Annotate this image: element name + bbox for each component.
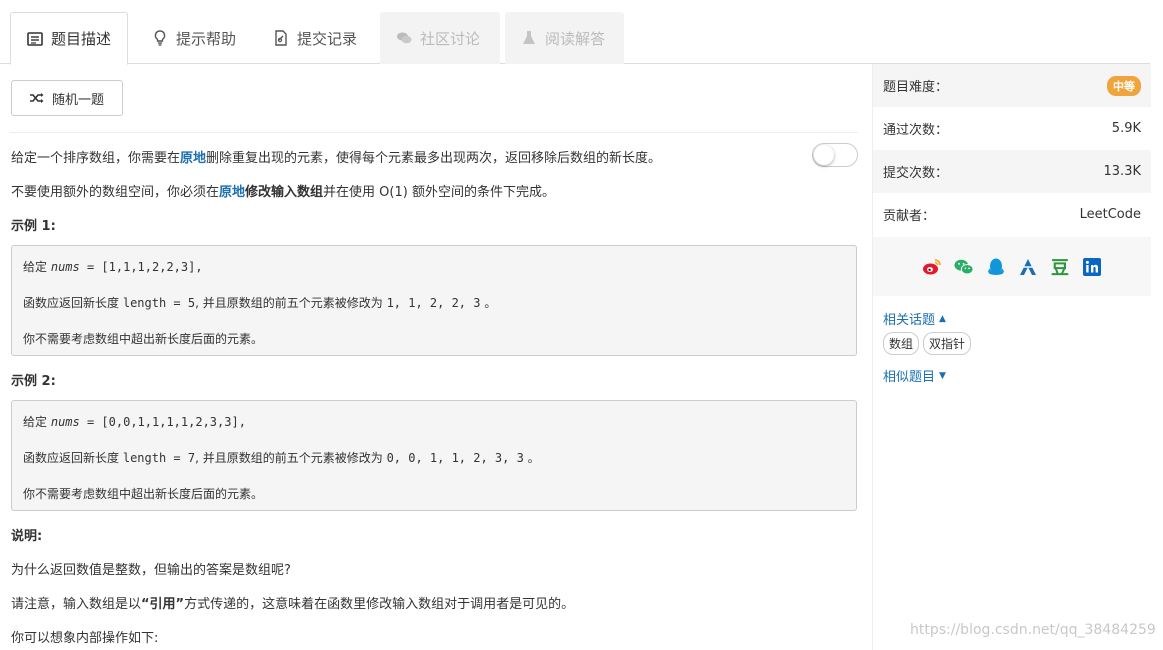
accepted-label: 通过次数： [883,123,949,138]
toggle-knob [814,145,834,165]
text: 。 [527,451,540,465]
douban-icon[interactable]: 豆 [1050,257,1070,279]
tab-hints-label: 提示帮助 [176,29,237,48]
problem-sidebar: 题目难度： 中等 通过次数： 5.9K 提交次数： 13.3K 贡献者： Lee… [872,64,1151,650]
contributor-row: 贡献者： LeetCode [873,193,1151,236]
code-value: 1, 1, 2, 2, 3 [386,296,481,310]
accepted-value: 5.9K [1111,121,1141,136]
tab-bar: 题目描述 提示帮助 提交记录 社区讨论 阅读解答 [0,0,1150,65]
submissions-value: 13.3K [1103,164,1141,179]
related-topics-toggle[interactable]: 相关话题 ▲ [883,309,946,328]
code-value: = [1,1,1,2,2,3], [86,260,203,274]
tab-submissions[interactable]: 提交记录 [257,12,373,64]
topic-tag-two-pointers[interactable]: 双指针 [923,332,972,355]
wechat-icon[interactable] [954,257,974,277]
text: 给定 [23,415,48,429]
douban-glyph: 豆 [1051,257,1069,279]
difficulty-label: 题目难度： [883,80,949,95]
description-paragraph-2: 不要使用额外的数组空间，你必须在原地修改输入数组并在使用 O(1) 额外空间的条… [11,181,555,200]
tab-hints[interactable]: 提示帮助 [136,12,252,64]
submissions-row: 提交次数： 13.3K [873,150,1151,193]
topic-tag-array[interactable]: 数组 [883,332,920,355]
qq-icon[interactable] [986,257,1006,277]
text: 不要使用额外的数组空间，你必须在 [11,185,220,200]
tab-description[interactable]: 题目描述 [10,12,129,65]
emphasis-text: 原地 [180,151,207,166]
code-var: nums [50,260,80,274]
watermark: https://blog.csdn.net/qq_38484259 [910,622,1156,638]
related-topics-label: 相关话题 [883,313,936,328]
example-1-title: 示例 1: [11,219,56,234]
tab-discuss: 社区讨论 [380,12,500,64]
shuffle-icon [29,92,44,104]
text: 你不需要考虑数组中超出新长度后面的元素。 [23,332,264,346]
emphasis-text: 原地 [219,185,246,200]
difficulty-badge: 中等 [1107,75,1141,96]
text: 给定一个排序数组，你需要在 [11,151,181,166]
text: , 并且原数组的前五个元素被修改为 [195,451,383,465]
tab-solution: 阅读解答 [505,12,624,64]
text: 并在使用 O(1) 额外空间的条件下完成。 [323,185,555,200]
code-line: 函数应返回新长度 length = 7, 并且原数组的前五个元素被修改为 0, … [23,449,540,466]
code-value: length = 5 [122,296,196,310]
explanation-paragraph-2: 你可以想象内部操作如下: [11,631,159,646]
similar-questions-label: 相似题目 [883,370,936,385]
description-paragraph-1: 给定一个排序数组，你需要在原地删除重复出现的元素，使得每个元素最多出现两次，返回… [11,147,661,166]
text: 给定 [23,260,48,274]
code-line: 给定 nums = [1,1,1,2,2,3], [23,258,203,275]
share-bar: 豆 [873,237,1151,296]
bold-text: “引用” [141,597,185,612]
code-value: 0, 0, 1, 1, 2, 3, 3 [386,451,524,465]
explanation-paragraph: 请注意，输入数组是以“引用”方式传递的，这意味着在函数里修改输入数组对于调用者是… [11,593,574,612]
text: 方式传递的，这意味着在函数里修改输入数组对于调用者是可见的。 [184,597,575,612]
tab-submissions-label: 提交记录 [297,29,358,48]
difficulty-row: 题目难度： 中等 [873,64,1151,107]
code-value: = [0,0,1,1,1,1,2,3,3], [86,415,246,429]
text: 请注意，输入数组是以 [11,597,142,612]
contributor-value: LeetCode [1079,207,1141,222]
topic-tags: 数组 双指针 [883,332,972,355]
text: 你不需要考虑数组中超出新长度后面的元素。 [23,487,264,501]
text: 函数应返回新长度 [23,296,120,310]
qzone-icon[interactable] [1018,257,1038,277]
text: 函数应返回新长度 [23,451,120,465]
submission-icon [273,30,289,46]
code-line: 给定 nums = [0,0,1,1,1,1,2,3,3], [23,413,246,430]
theme-toggle[interactable] [812,143,858,167]
divider [10,132,858,133]
code-line: 你不需要考虑数组中超出新长度后面的元素。 [23,485,263,502]
text: 删除重复出现的元素，使得每个元素最多出现两次，返回移除后数组的新长度。 [206,151,662,166]
tab-discuss-label: 社区讨论 [420,29,481,48]
description-icon [27,31,43,47]
code-line: 你不需要考虑数组中超出新长度后面的元素。 [23,330,263,347]
tab-description-label: 题目描述 [51,30,112,48]
caret-down-icon: ▼ [939,370,946,381]
lightbulb-icon [152,30,168,46]
submissions-label: 提交次数： [883,166,949,181]
contributor-label: 贡献者： [883,209,936,224]
flask-icon [521,30,537,46]
caret-up-icon: ▲ [939,313,946,324]
random-question-label: 随机一题 [51,92,104,108]
accepted-row: 通过次数： 5.9K [873,107,1151,150]
code-var: nums [50,415,80,429]
bold-text: 修改输入数组 [245,185,324,200]
comments-icon [396,30,412,46]
text: 。 [484,296,497,310]
example-2-title: 示例 2: [11,374,56,389]
example-2-code-block: 给定 nums = [0,0,1,1,1,1,2,3,3], 函数应返回新长度 … [11,400,857,511]
random-question-button[interactable]: 随机一题 [11,80,123,116]
explanation-title: 说明: [11,529,43,544]
weibo-icon[interactable] [922,257,942,277]
text: , 并且原数组的前五个元素被修改为 [195,296,383,310]
code-line: 函数应返回新长度 length = 5, 并且原数组的前五个元素被修改为 1, … [23,294,496,311]
tab-solution-label: 阅读解答 [545,29,606,48]
code-value: length = 7 [122,451,196,465]
linkedin-icon[interactable] [1082,257,1102,277]
explanation-question: 为什么返回数值是整数，但输出的答案是数组呢? [11,563,291,578]
example-1-code-block: 给定 nums = [1,1,1,2,2,3], 函数应返回新长度 length… [11,245,857,356]
similar-questions-toggle[interactable]: 相似题目 ▼ [883,366,946,385]
